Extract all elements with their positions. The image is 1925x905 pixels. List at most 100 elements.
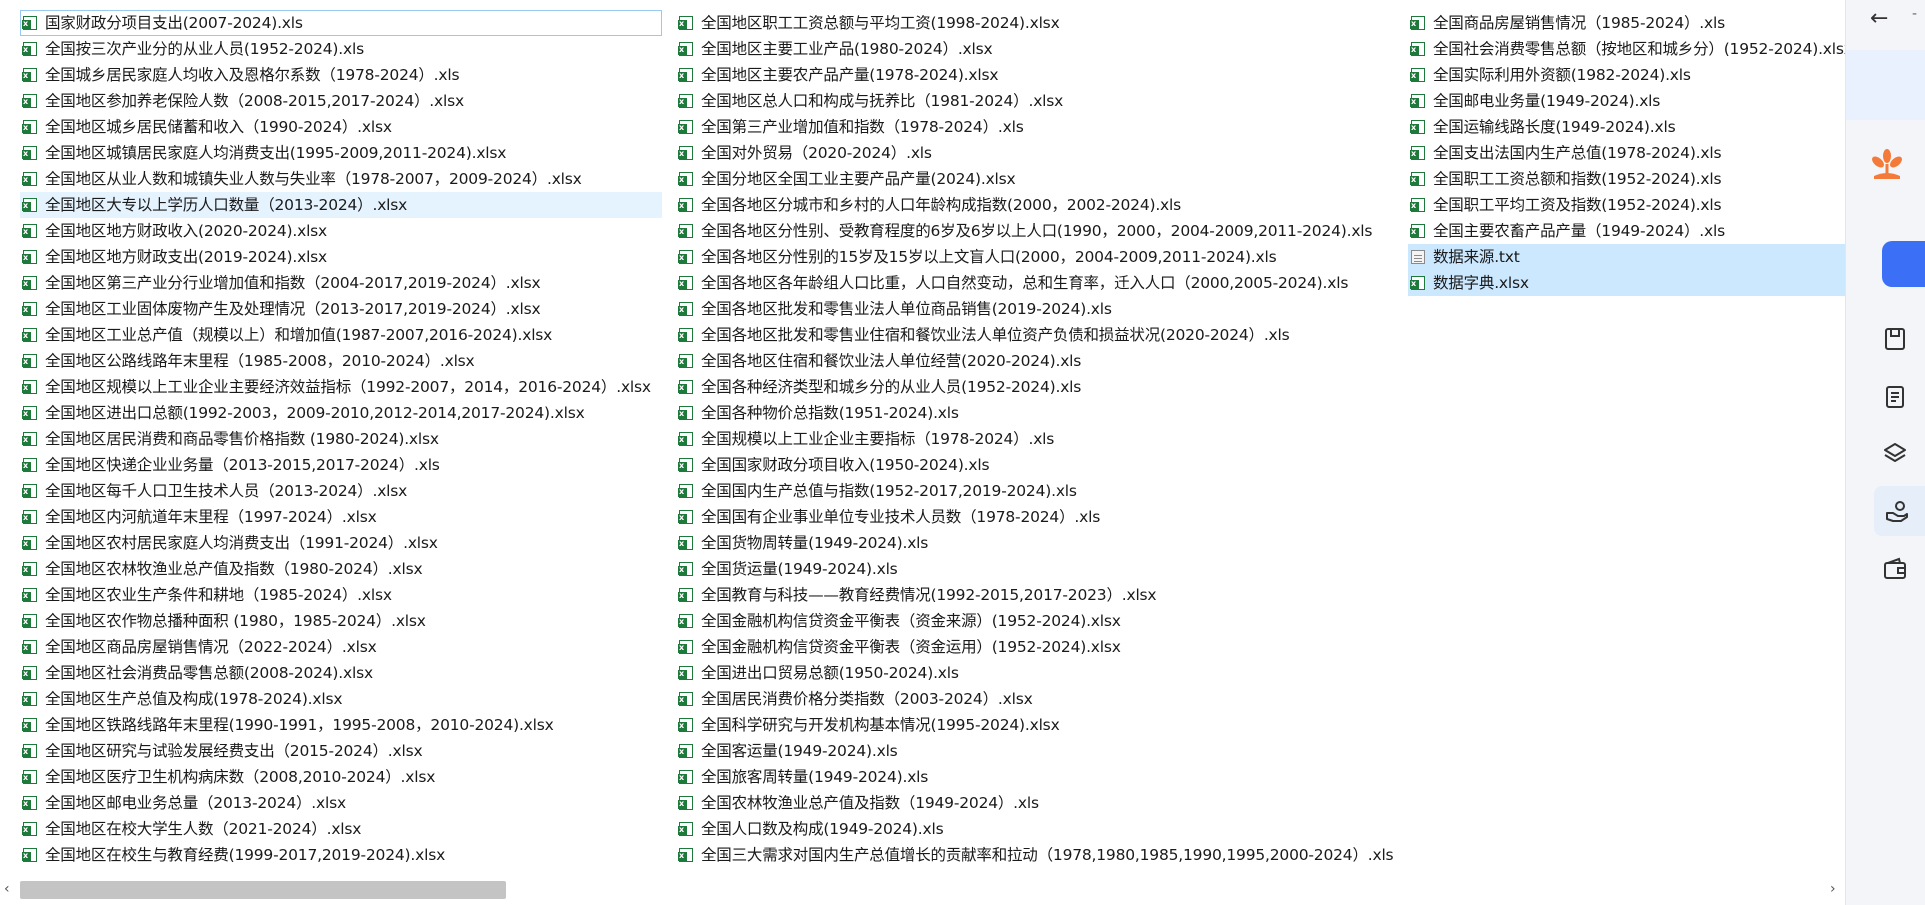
layers-icon[interactable]: [1882, 441, 1908, 467]
file-item[interactable]: 全国职工平均工资及指数(1952-2024).xls: [1408, 192, 1845, 218]
file-item[interactable]: 全国地区职工工资总额与平均工资(1998-2024).xlsx: [676, 10, 1406, 36]
file-item[interactable]: 全国地区第三产业分行业增加值和指数（2004-2017,2019-2024）.x…: [20, 270, 662, 296]
file-item[interactable]: 全国地区公路线路年末里程（1985-2008，2010-2024）.xlsx: [20, 348, 662, 374]
scroll-left-arrow-icon[interactable]: ‹: [4, 881, 10, 897]
file-item[interactable]: 全国地区地方财政收入(2020-2024).xlsx: [20, 218, 662, 244]
file-item[interactable]: 全国规模以上工业企业主要指标（1978-2024）.xls: [676, 426, 1406, 452]
file-item[interactable]: 全国社会消费零售总额（按地区和城乡分）(1952-2024).xlsx: [1408, 36, 1845, 62]
file-item[interactable]: 国家财政分项目支出(2007-2024).xls: [20, 10, 662, 36]
file-item[interactable]: 全国各地区分性别、受教育程度的6岁及6岁以上人口(1990，2000，2004-…: [676, 218, 1406, 244]
file-item[interactable]: 全国货运量(1949-2024).xls: [676, 556, 1406, 582]
file-item[interactable]: 全国地区主要工业产品(1980-2024）.xlsx: [676, 36, 1406, 62]
wallet-icon[interactable]: [1882, 556, 1908, 582]
file-item[interactable]: 全国地区居民消费和商品零售价格指数 (1980-2024).xlsx: [20, 426, 662, 452]
file-item[interactable]: 全国商品房屋销售情况（1985-2024）.xls: [1408, 10, 1845, 36]
scrollbar-track[interactable]: [20, 881, 1820, 899]
file-item[interactable]: 全国地区邮电业务总量（2013-2024）.xlsx: [20, 790, 662, 816]
file-item[interactable]: 全国地区在校生与教育经费(1999-2017,2019-2024).xlsx: [20, 842, 662, 868]
file-item[interactable]: 全国地区总人口和构成与抚养比（1981-2024）.xlsx: [676, 88, 1406, 114]
file-item[interactable]: 全国金融机构信贷资金平衡表（资金来源）(1952-2024).xlsx: [676, 608, 1406, 634]
file-item[interactable]: 全国地区工业总产值（规模以上）和增加值(1987-2007,2016-2024)…: [20, 322, 662, 348]
file-item[interactable]: 全国进出口贸易总额(1950-2024).xls: [676, 660, 1406, 686]
file-item[interactable]: 全国地区生产总值及构成(1978-2024).xlsx: [20, 686, 662, 712]
file-item[interactable]: 全国各地区分城市和乡村的人口年龄构成指数(2000，2002-2024).xls: [676, 192, 1406, 218]
horizontal-scrollbar[interactable]: ‹ ›: [0, 875, 1845, 905]
file-item[interactable]: 全国分地区全国工业主要产品产量(2024).xlsx: [676, 166, 1406, 192]
file-item[interactable]: 全国地区每千人口卫生技术人员（2013-2024）.xlsx: [20, 478, 662, 504]
file-item[interactable]: 全国各地区住宿和餐饮业法人单位经营(2020-2024).xls: [676, 348, 1406, 374]
file-item[interactable]: 全国城乡居民家庭人均收入及恩格尔系数（1978-2024）.xls: [20, 62, 662, 88]
file-name: 全国旅客周转量(1949-2024).xls: [701, 768, 929, 786]
file-item[interactable]: 全国居民消费价格分类指数（2003-2024）.xlsx: [676, 686, 1406, 712]
file-item[interactable]: 数据字典.xlsx: [1408, 270, 1845, 296]
file-name: 全国职工工资总额和指数(1952-2024).xls: [1433, 170, 1722, 188]
file-item[interactable]: 全国各地区分性别的15岁及15岁以上文盲人口(2000，2004-2009,20…: [676, 244, 1406, 270]
file-item[interactable]: 全国地区从业人数和城镇失业人数与失业率（1978-2007，2009-2024）…: [20, 166, 662, 192]
file-item[interactable]: 全国实际利用外资额(1982-2024).xls: [1408, 62, 1845, 88]
hand-coin-icon[interactable]: [1884, 498, 1910, 524]
file-item[interactable]: 全国地区农林牧渔业总产值及指数（1980-2024）.xlsx: [20, 556, 662, 582]
file-item[interactable]: 全国金融机构信贷资金平衡表（资金运用）(1952-2024).xlsx: [676, 634, 1406, 660]
file-item[interactable]: 全国邮电业务量(1949-2024).xls: [1408, 88, 1845, 114]
file-item[interactable]: 全国第三产业增加值和指数（1978-2024）.xls: [676, 114, 1406, 140]
file-item[interactable]: 全国地区农村居民家庭人均消费支出（1991-2024）.xlsx: [20, 530, 662, 556]
primary-action-button[interactable]: [1882, 241, 1925, 287]
minimize-icon[interactable]: -: [1912, 6, 1917, 22]
file-item[interactable]: 全国地区商品房屋销售情况（2022-2024）.xlsx: [20, 634, 662, 660]
document-list-icon[interactable]: [1882, 384, 1908, 410]
file-item[interactable]: 全国地区主要农产品产量(1978-2024).xlsx: [676, 62, 1406, 88]
file-item[interactable]: 全国地区社会消费品零售总额(2008-2024).xlsx: [20, 660, 662, 686]
file-item[interactable]: 全国货物周转量(1949-2024).xls: [676, 530, 1406, 556]
file-item[interactable]: 全国地区在校大学生人数（2021-2024）.xlsx: [20, 816, 662, 842]
file-item[interactable]: 全国地区地方财政支出(2019-2024).xlsx: [20, 244, 662, 270]
file-item[interactable]: 全国人口数及构成(1949-2024).xls: [676, 816, 1406, 842]
file-name: 全国地区规模以上工业企业主要经济效益指标（1992-2007，2014，2016…: [45, 378, 651, 396]
file-item[interactable]: 全国地区规模以上工业企业主要经济效益指标（1992-2007，2014，2016…: [20, 374, 662, 400]
file-item[interactable]: 数据来源.txt: [1408, 244, 1845, 270]
file-item[interactable]: 全国国有企业事业单位专业技术人员数（1978-2024）.xls: [676, 504, 1406, 530]
file-item[interactable]: 全国支出法国内生产总值(1978-2024).xls: [1408, 140, 1845, 166]
file-item[interactable]: 全国地区研究与试验发展经费支出（2015-2024）.xlsx: [20, 738, 662, 764]
file-item[interactable]: 全国对外贸易（2020-2024）.xls: [676, 140, 1406, 166]
file-item[interactable]: 全国地区工业固体废物产生及处理情况（2013-2017,2019-2024）.x…: [20, 296, 662, 322]
back-arrow-icon[interactable]: ←: [1870, 6, 1888, 31]
file-item[interactable]: 全国地区城镇居民家庭人均消费支出(1995-2009,2011-2024).xl…: [20, 140, 662, 166]
file-item[interactable]: 全国按三次产业分的从业人员(1952-2024).xls: [20, 36, 662, 62]
file-item[interactable]: 全国农林牧渔业总产值及指数（1949-2024）.xls: [676, 790, 1406, 816]
file-item[interactable]: 全国地区城乡居民储蓄和收入（1990-2024）.xlsx: [20, 114, 662, 140]
file-item[interactable]: 全国地区铁路线路年末里程(1990-1991，1995-2008，2010-20…: [20, 712, 662, 738]
file-item[interactable]: 全国国内生产总值与指数(1952-2017,2019-2024).xls: [676, 478, 1406, 504]
excel-file-icon: [22, 458, 37, 473]
file-item[interactable]: 全国国家财政分项目收入(1950-2024).xls: [676, 452, 1406, 478]
file-item[interactable]: 全国主要农畜产品产量（1949-2024）.xls: [1408, 218, 1845, 244]
file-item[interactable]: 全国各地区批发和零售业住宿和餐饮业法人单位资产负债和损益状况(2020-2024…: [676, 322, 1406, 348]
file-item[interactable]: 全国各地区各年龄组人口比重，人口自然变动，总和生育率，迁入人口（2000,200…: [676, 270, 1406, 296]
file-item[interactable]: 全国各地区批发和零售业法人单位商品销售(2019-2024).xls: [676, 296, 1406, 322]
excel-file-icon: [1410, 42, 1425, 57]
file-item[interactable]: 全国科学研究与开发机构基本情况(1995-2024).xlsx: [676, 712, 1406, 738]
file-item[interactable]: 全国地区快递企业业务量（2013-2015,2017-2024）.xls: [20, 452, 662, 478]
excel-file-icon: [22, 588, 37, 603]
file-item[interactable]: 全国地区医疗卫生机构病床数（2008,2010-2024）.xlsx: [20, 764, 662, 790]
file-item[interactable]: 全国地区大专以上学历人口数量（2013-2024）.xlsx: [20, 192, 662, 218]
file-item[interactable]: 全国教育与科技——教育经费情况(1992-2015,2017-2023）.xls…: [676, 582, 1406, 608]
file-item[interactable]: 全国地区内河航道年末里程（1997-2024）.xlsx: [20, 504, 662, 530]
file-item[interactable]: 全国地区进出口总额(1992-2003，2009-2010,2012-2014,…: [20, 400, 662, 426]
file-item[interactable]: 全国客运量(1949-2024).xls: [676, 738, 1406, 764]
scrollbar-thumb[interactable]: [20, 881, 506, 899]
save-icon[interactable]: [1882, 326, 1908, 352]
brand-leaf-icon[interactable]: [1868, 146, 1906, 184]
file-item[interactable]: 全国地区农作物总播种面积 (1980，1985-2024）.xlsx: [20, 608, 662, 634]
file-item[interactable]: 全国地区参加养老保险人数（2008-2015,2017-2024）.xlsx: [20, 88, 662, 114]
file-item[interactable]: 全国地区农业生产条件和耕地（1985-2024）.xlsx: [20, 582, 662, 608]
scroll-right-arrow-icon[interactable]: ›: [1830, 881, 1836, 897]
excel-file-icon: [22, 380, 37, 395]
file-item[interactable]: 全国旅客周转量(1949-2024).xls: [676, 764, 1406, 790]
file-item[interactable]: 全国各种经济类型和城乡分的从业人员(1952-2024).xls: [676, 374, 1406, 400]
file-name: 全国规模以上工业企业主要指标（1978-2024）.xls: [701, 430, 1055, 448]
file-item[interactable]: 全国职工工资总额和指数(1952-2024).xls: [1408, 166, 1845, 192]
file-name: 全国各地区分性别的15岁及15岁以上文盲人口(2000，2004-2009,20…: [701, 248, 1277, 266]
file-item[interactable]: 全国运输线路长度(1949-2024).xls: [1408, 114, 1845, 140]
file-item[interactable]: 全国各种物价总指数(1951-2024).xls: [676, 400, 1406, 426]
file-item[interactable]: 全国三大需求对国内生产总值增长的贡献率和拉动（1978,1980,1985,19…: [676, 842, 1406, 868]
